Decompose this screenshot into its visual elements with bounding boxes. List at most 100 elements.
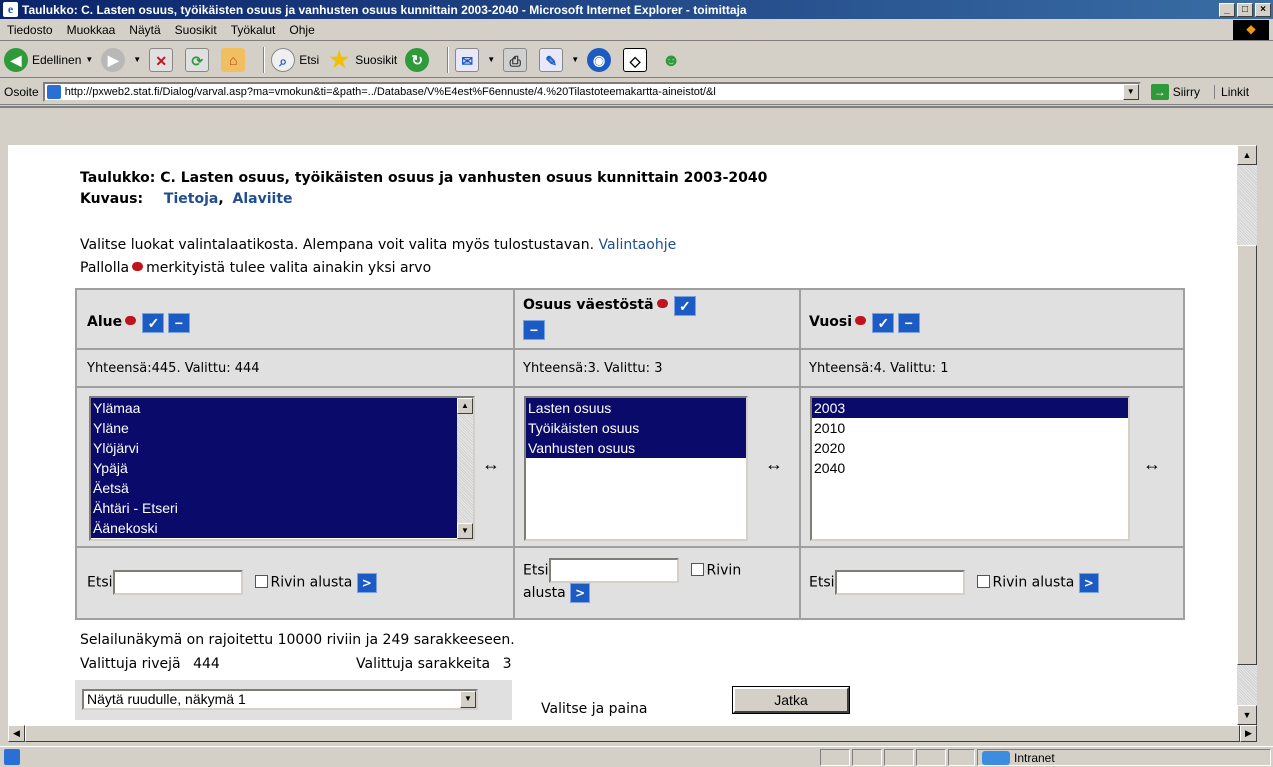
page-status-icon xyxy=(4,749,20,765)
listbox-scrollbar[interactable]: ▲ ▼ xyxy=(457,398,473,539)
search-input[interactable] xyxy=(112,570,243,595)
from-start-checkbox[interactable] xyxy=(976,574,990,588)
select-all-button[interactable]: ✓ xyxy=(673,296,696,316)
status-cell xyxy=(884,749,914,766)
resize-arrows-icon[interactable]: ↔ xyxy=(482,454,500,475)
required-dot-icon xyxy=(125,316,137,326)
home-icon: ⌂ xyxy=(221,47,246,72)
scroll-down-icon[interactable]: ▼ xyxy=(457,523,473,539)
list-option[interactable]: Ähtäri - Etseri xyxy=(91,498,473,518)
help-link[interactable]: Valintaohje xyxy=(599,237,677,253)
list-option[interactable]: 2040 xyxy=(812,458,1128,478)
print-button[interactable]: ⎙ xyxy=(503,47,531,72)
discuss-button[interactable]: ◉ xyxy=(587,47,615,72)
search-go-button[interactable]: > xyxy=(356,572,377,593)
menu-file[interactable]: Tiedosto xyxy=(0,23,60,37)
menu-view[interactable]: Näytä xyxy=(122,23,167,37)
list-option[interactable]: Ylöjärvi xyxy=(91,438,473,458)
back-button[interactable]: ◀ Edellinen ▼ xyxy=(4,47,93,72)
search-input[interactable] xyxy=(548,558,679,583)
windows-logo-icon: ❖ xyxy=(1233,20,1269,40)
list-option[interactable]: Ypäjä xyxy=(91,458,473,478)
globe-icon: ◉ xyxy=(587,47,612,72)
menu-tools[interactable]: Työkalut xyxy=(224,23,283,37)
page-horizontal-scrollbar[interactable]: ◀ ▶ xyxy=(8,725,1257,742)
scrollbar-track[interactable] xyxy=(25,725,1240,742)
search-go-button[interactable]: > xyxy=(1078,572,1099,593)
from-start-checkbox[interactable] xyxy=(254,574,268,588)
list-option[interactable]: 2010 xyxy=(812,418,1128,438)
toolbar: ◀ Edellinen ▼ ▶ ▼ ✕ ⟳ ⌂ ⌕ Etsi ★ Suosiki… xyxy=(0,42,1273,78)
go-button[interactable]: → Siirry xyxy=(1150,83,1200,100)
search-go-button[interactable]: > xyxy=(570,583,591,603)
scrollbar-thumb[interactable] xyxy=(1237,245,1257,665)
print-icon: ⎙ xyxy=(503,47,528,72)
select-all-button[interactable]: ✓ xyxy=(142,313,165,333)
maximize-button[interactable]: □ xyxy=(1237,2,1253,17)
address-dropdown-icon[interactable]: ▼ xyxy=(1122,83,1139,100)
minimize-button[interactable]: _ xyxy=(1219,2,1235,17)
list-option[interactable]: Yläne xyxy=(91,418,473,438)
scroll-down-icon[interactable]: ▼ xyxy=(1237,705,1257,725)
from-start-checkbox[interactable] xyxy=(690,562,704,576)
close-button[interactable]: × xyxy=(1255,2,1271,17)
forward-button[interactable]: ▶ ▼ xyxy=(101,47,142,72)
continue-button[interactable]: Jatka xyxy=(732,686,850,714)
list-option[interactable]: Äänekoski xyxy=(91,518,473,538)
list-option[interactable]: Lasten osuus xyxy=(526,398,746,418)
resize-arrows-icon[interactable]: ↔ xyxy=(1143,454,1161,475)
scroll-left-icon[interactable]: ◀ xyxy=(8,725,25,742)
search-input[interactable] xyxy=(834,570,965,595)
menu-edit[interactable]: Muokkaa xyxy=(60,23,123,37)
home-button[interactable]: ⌂ xyxy=(221,47,249,72)
mail-button[interactable]: ✉ ▼ xyxy=(455,47,495,72)
menu-help[interactable]: Ohje xyxy=(282,23,321,37)
status-cell xyxy=(820,749,850,766)
page-content: Taulukko: C. Lasten osuus, työikäisten o… xyxy=(8,145,1237,725)
list-option[interactable]: 2020 xyxy=(812,438,1128,458)
edit-button[interactable]: ✎ ▼ xyxy=(539,47,580,72)
variable-column-alue: Alue ✓ − Yhteensä:445. Valittu: 444 Yläm… xyxy=(77,290,515,618)
list-option[interactable]: Vanhusten osuus xyxy=(526,438,746,458)
messenger-icon: ☻ xyxy=(661,49,681,70)
list-option[interactable]: Työikäisten osuus xyxy=(526,418,746,438)
messenger-button[interactable]: ☻ xyxy=(659,48,687,72)
scroll-up-icon[interactable]: ▲ xyxy=(457,398,473,414)
listbox-vuosi[interactable]: 2003 2010 2020 2040 xyxy=(810,396,1130,541)
output-format-select[interactable]: Näytä ruudulle, näkymä 1 ▼ xyxy=(82,689,478,710)
chevron-down-icon: ▼ xyxy=(571,55,580,64)
search-button[interactable]: ⌕ Etsi xyxy=(271,47,319,72)
footnote-link[interactable]: Alaviite xyxy=(233,191,293,207)
listbox-alue[interactable]: Ylämaa Yläne Ylöjärvi Ypäjä Äetsä Ähtäri… xyxy=(89,396,475,541)
menu-bar: Tiedosto Muokkaa Näytä Suosikit Työkalut… xyxy=(0,19,1273,41)
listbox-osuus[interactable]: Lasten osuus Työikäisten osuus Vanhusten… xyxy=(524,396,748,541)
refresh-button[interactable]: ⟳ xyxy=(185,47,213,72)
chevron-down-icon[interactable]: ▼ xyxy=(460,691,476,708)
scroll-up-icon[interactable]: ▲ xyxy=(1237,145,1257,165)
list-option[interactable]: 2003 xyxy=(812,398,1128,418)
select-all-button[interactable]: ✓ xyxy=(872,313,895,333)
info-link[interactable]: Tietoja xyxy=(164,191,218,207)
scroll-right-icon[interactable]: ▶ xyxy=(1240,725,1257,742)
stop-button[interactable]: ✕ xyxy=(149,47,177,72)
variable-column-osuus: Osuus väestöstä ✓ − Yhteensä:3. Valittu:… xyxy=(515,290,801,618)
chevron-down-icon: ▼ xyxy=(133,55,142,64)
address-url: http://pxweb2.stat.fi/Dialog/varval.asp?… xyxy=(64,85,716,98)
history-button[interactable]: ↻ xyxy=(405,47,433,72)
deselect-all-button[interactable]: − xyxy=(167,313,190,333)
required-dot-icon xyxy=(656,299,668,309)
resize-arrows-icon[interactable]: ↔ xyxy=(765,454,783,475)
favorites-button[interactable]: ★ Suosikit xyxy=(327,47,397,72)
address-bar: Osoite http://pxweb2.stat.fi/Dialog/varv… xyxy=(0,79,1273,105)
list-option[interactable]: Ylämaa xyxy=(91,398,473,418)
go-arrow-icon: → xyxy=(1150,83,1169,100)
address-input[interactable]: http://pxweb2.stat.fi/Dialog/varval.asp?… xyxy=(42,81,1141,102)
deselect-all-button[interactable]: − xyxy=(523,320,545,340)
list-option[interactable]: Äetsä xyxy=(91,478,473,498)
deselect-all-button[interactable]: − xyxy=(897,313,920,333)
menu-favorites[interactable]: Suosikit xyxy=(168,23,224,37)
status-cell xyxy=(852,749,882,766)
research-button[interactable]: ◇ xyxy=(623,47,651,72)
links-button[interactable]: Linkit xyxy=(1214,84,1249,99)
page-vertical-scrollbar[interactable]: ▲ ▼ xyxy=(1237,145,1257,725)
